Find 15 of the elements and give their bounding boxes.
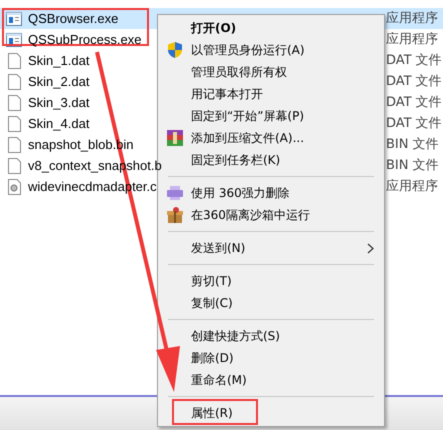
file-name: QSBrowser.exe: [28, 10, 118, 28]
file-type: DAT 文件: [386, 114, 442, 133]
file-type: 应用程序: [386, 30, 438, 49]
file-name: Skin_3.dat: [28, 94, 90, 112]
file-type: BIN 文件: [386, 136, 439, 154]
file-name: QSSubProcess.exe: [28, 30, 142, 49]
file-name: Skin_2.dat: [28, 72, 90, 91]
file-type: DAT 文件: [386, 94, 442, 112]
file-type: 应用程序: [386, 178, 438, 196]
file-type: 应用程序: [386, 10, 438, 28]
file-name: Skin_1.dat: [28, 52, 90, 70]
file-type: DAT 文件: [386, 72, 442, 91]
file-type: BIN 文件: [386, 156, 439, 175]
file-type: DAT 文件: [386, 52, 442, 70]
file-name: Skin_4.dat: [28, 114, 90, 133]
